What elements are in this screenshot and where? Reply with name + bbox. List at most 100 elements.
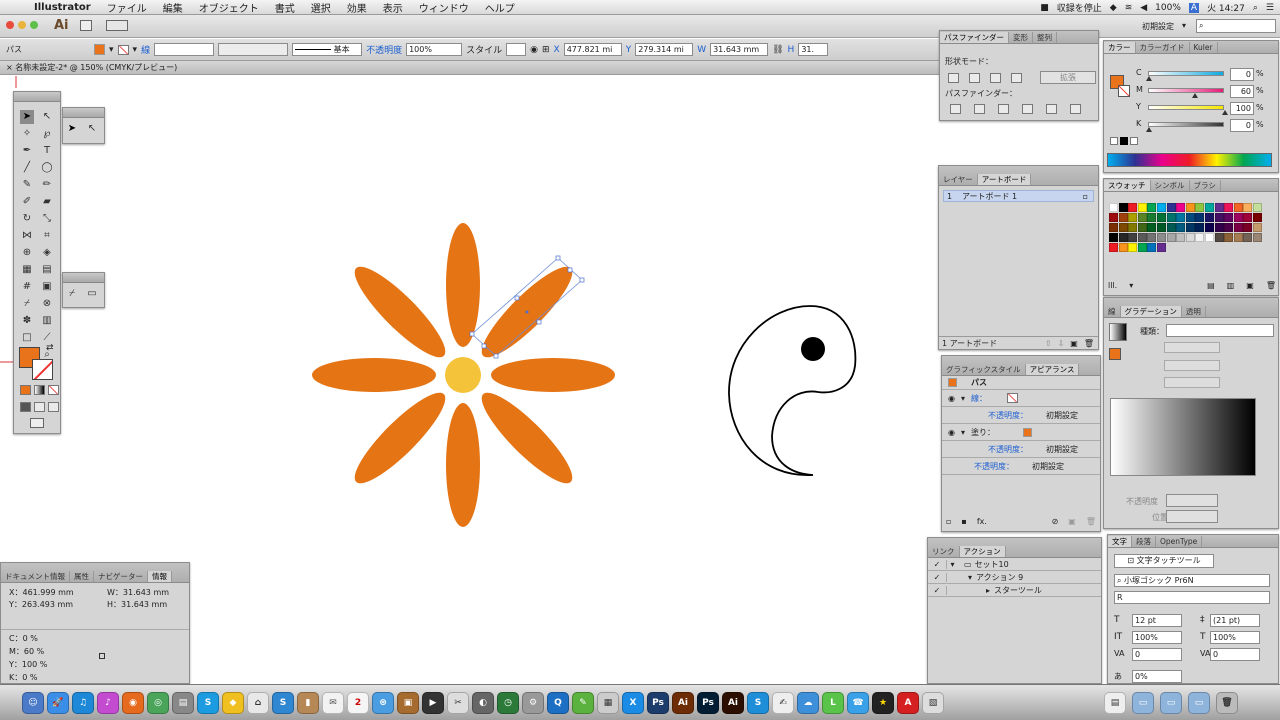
lasso-tool-icon[interactable]: ℘ bbox=[40, 127, 54, 141]
tab-navigator[interactable]: ナビゲーター bbox=[94, 571, 148, 582]
swatch[interactable] bbox=[1233, 213, 1243, 222]
tab-swatches[interactable]: スウォッチ bbox=[1104, 180, 1151, 191]
dock-app-3[interactable]: Ai bbox=[722, 691, 744, 714]
arrange-documents-icon[interactable] bbox=[106, 20, 128, 31]
petal[interactable] bbox=[472, 383, 582, 493]
appearance-stroke-row[interactable]: ◉ ▾ 線： bbox=[942, 390, 1100, 407]
channel-slider[interactable] bbox=[1148, 122, 1224, 127]
move-down-icon[interactable]: ⇩ bbox=[1058, 339, 1065, 348]
app-s2-icon[interactable]: S bbox=[747, 691, 769, 714]
channel-slider[interactable] bbox=[1148, 105, 1224, 110]
appearance-fill-label[interactable]: 塗り： bbox=[971, 427, 995, 438]
swatch[interactable] bbox=[1224, 223, 1234, 232]
swatch[interactable] bbox=[1243, 203, 1253, 212]
appearance-object-opacity-row[interactable]: 不透明度： 初期設定 bbox=[942, 458, 1100, 475]
swatch[interactable] bbox=[1205, 213, 1214, 222]
draw-normal-icon[interactable] bbox=[20, 402, 31, 412]
swatch[interactable] bbox=[1205, 203, 1214, 212]
tab-align[interactable]: 整列 bbox=[1033, 32, 1057, 43]
ellipse-tool-icon[interactable]: ◯ bbox=[40, 161, 54, 175]
y-field[interactable]: 279.314 mi bbox=[635, 43, 694, 56]
crop-icon[interactable] bbox=[1022, 104, 1033, 114]
free-transform-tool-icon[interactable]: ⌗ bbox=[40, 229, 54, 243]
close-tab-icon[interactable]: × bbox=[6, 63, 15, 72]
clapper-icon[interactable]: ▶ bbox=[422, 691, 444, 714]
outline-icon[interactable] bbox=[1046, 104, 1057, 114]
gradient-mode-icon[interactable] bbox=[34, 385, 45, 395]
yin-yang-shape[interactable] bbox=[728, 305, 857, 476]
swatch[interactable] bbox=[1157, 243, 1166, 252]
swatch[interactable] bbox=[1243, 233, 1253, 242]
skype-icon[interactable]: S bbox=[197, 691, 219, 714]
quicktime-icon[interactable]: Q bbox=[547, 691, 569, 714]
swatch[interactable] bbox=[1109, 243, 1118, 252]
direct-selection-plus-icon[interactable]: ↖ bbox=[85, 122, 99, 136]
tab-color[interactable]: カラー bbox=[1104, 42, 1136, 53]
petal[interactable] bbox=[312, 358, 436, 392]
channel-value-field[interactable]: 0 bbox=[1230, 68, 1254, 81]
contacts-icon[interactable]: ▮ bbox=[297, 691, 319, 714]
tab-brushes[interactable]: ブラシ bbox=[1190, 180, 1221, 191]
tracking-field[interactable]: 0 bbox=[1210, 648, 1260, 661]
swatch[interactable] bbox=[1224, 233, 1234, 242]
swatch[interactable] bbox=[1128, 213, 1138, 222]
gradient-ratio-field[interactable] bbox=[1164, 377, 1220, 388]
minimize-window-icon[interactable] bbox=[18, 21, 26, 29]
resize-handle[interactable] bbox=[567, 267, 573, 273]
stroke-dropdown-icon[interactable]: ▾ bbox=[133, 45, 138, 55]
action-step-row[interactable]: ✓ ▸ スターツール bbox=[928, 584, 1101, 597]
appearance-opacity-label[interactable]: 不透明度： bbox=[974, 461, 1014, 472]
wifi-icon[interactable]: ≋ bbox=[1125, 3, 1133, 13]
action-set-row[interactable]: ✓ ▾ ▭ セット10 bbox=[928, 558, 1101, 571]
mail-icon[interactable]: ✉ bbox=[322, 691, 344, 714]
minus-front-icon[interactable] bbox=[969, 72, 980, 83]
swatch[interactable] bbox=[1195, 203, 1205, 212]
scanner-icon[interactable]: ▧ bbox=[922, 691, 944, 714]
kerning-field[interactable]: 0 bbox=[1132, 648, 1182, 661]
volume-icon[interactable]: ◀ bbox=[1140, 3, 1147, 13]
itunes-icon[interactable]: ♫ bbox=[72, 691, 94, 714]
channel-value-field[interactable]: 0 bbox=[1230, 119, 1254, 132]
resize-handle[interactable] bbox=[536, 319, 542, 325]
notification-icon[interactable]: ☰ bbox=[1266, 3, 1274, 13]
group-selection-tool-icon[interactable]: ➤ bbox=[65, 122, 79, 136]
artboard-tool-icon[interactable]: □ bbox=[20, 331, 34, 345]
tab-layers[interactable]: レイヤー bbox=[939, 174, 978, 185]
gradient-fill-swatch[interactable] bbox=[1109, 348, 1121, 360]
w-field[interactable]: 31.643 mm bbox=[710, 43, 769, 56]
tools-panel-header[interactable] bbox=[14, 92, 60, 102]
channel-slider-knob[interactable] bbox=[1146, 127, 1152, 132]
fill-dropdown-icon[interactable]: ▾ bbox=[109, 45, 114, 55]
delete-artboard-icon[interactable]: 🗑 bbox=[1084, 339, 1094, 348]
flower-center[interactable] bbox=[445, 357, 481, 393]
tools-icon[interactable]: ✂ bbox=[447, 691, 469, 714]
touch-type-tool-button[interactable]: ⊡ 文字タッチツール bbox=[1114, 554, 1214, 568]
menu-file[interactable]: ファイル bbox=[99, 0, 155, 15]
swatch[interactable] bbox=[1109, 223, 1118, 232]
intersect-icon[interactable] bbox=[990, 72, 1001, 83]
channel-slider[interactable] bbox=[1148, 88, 1224, 93]
swatch[interactable] bbox=[1214, 223, 1224, 232]
action-row[interactable]: ✓ ▾ アクション 9 bbox=[928, 571, 1101, 584]
swatch[interactable] bbox=[1157, 223, 1166, 232]
dictionary-icon[interactable]: ▦ bbox=[597, 691, 619, 714]
channel-slider[interactable] bbox=[1148, 71, 1224, 76]
evernote-icon[interactable]: ✎ bbox=[572, 691, 594, 714]
vertical-scale-field[interactable]: 100% bbox=[1132, 631, 1182, 644]
action-check-icon[interactable]: ✓ bbox=[928, 560, 946, 569]
resize-handle[interactable] bbox=[481, 343, 487, 349]
spotlight-icon[interactable]: ⌕ bbox=[1253, 3, 1258, 13]
tab-actions[interactable]: アクション bbox=[959, 546, 1006, 557]
black-swatch[interactable] bbox=[1120, 137, 1128, 145]
app-s-icon[interactable]: S bbox=[272, 691, 294, 714]
firefox-icon[interactable]: ◉ bbox=[122, 691, 144, 714]
color-mode-icon[interactable] bbox=[20, 385, 31, 395]
font-family-select[interactable]: ⌕ 小塚ゴシック Pr6N bbox=[1114, 574, 1270, 587]
petal[interactable] bbox=[345, 257, 455, 367]
swatch[interactable] bbox=[1128, 203, 1138, 212]
dock-app-1[interactable]: Ai bbox=[672, 691, 694, 714]
stroke-style-field[interactable]: 基本 bbox=[292, 43, 363, 56]
photos-icon[interactable]: ▣ bbox=[397, 691, 419, 714]
tab-transform[interactable]: 変形 bbox=[1009, 32, 1033, 43]
swatch[interactable] bbox=[1118, 213, 1128, 222]
